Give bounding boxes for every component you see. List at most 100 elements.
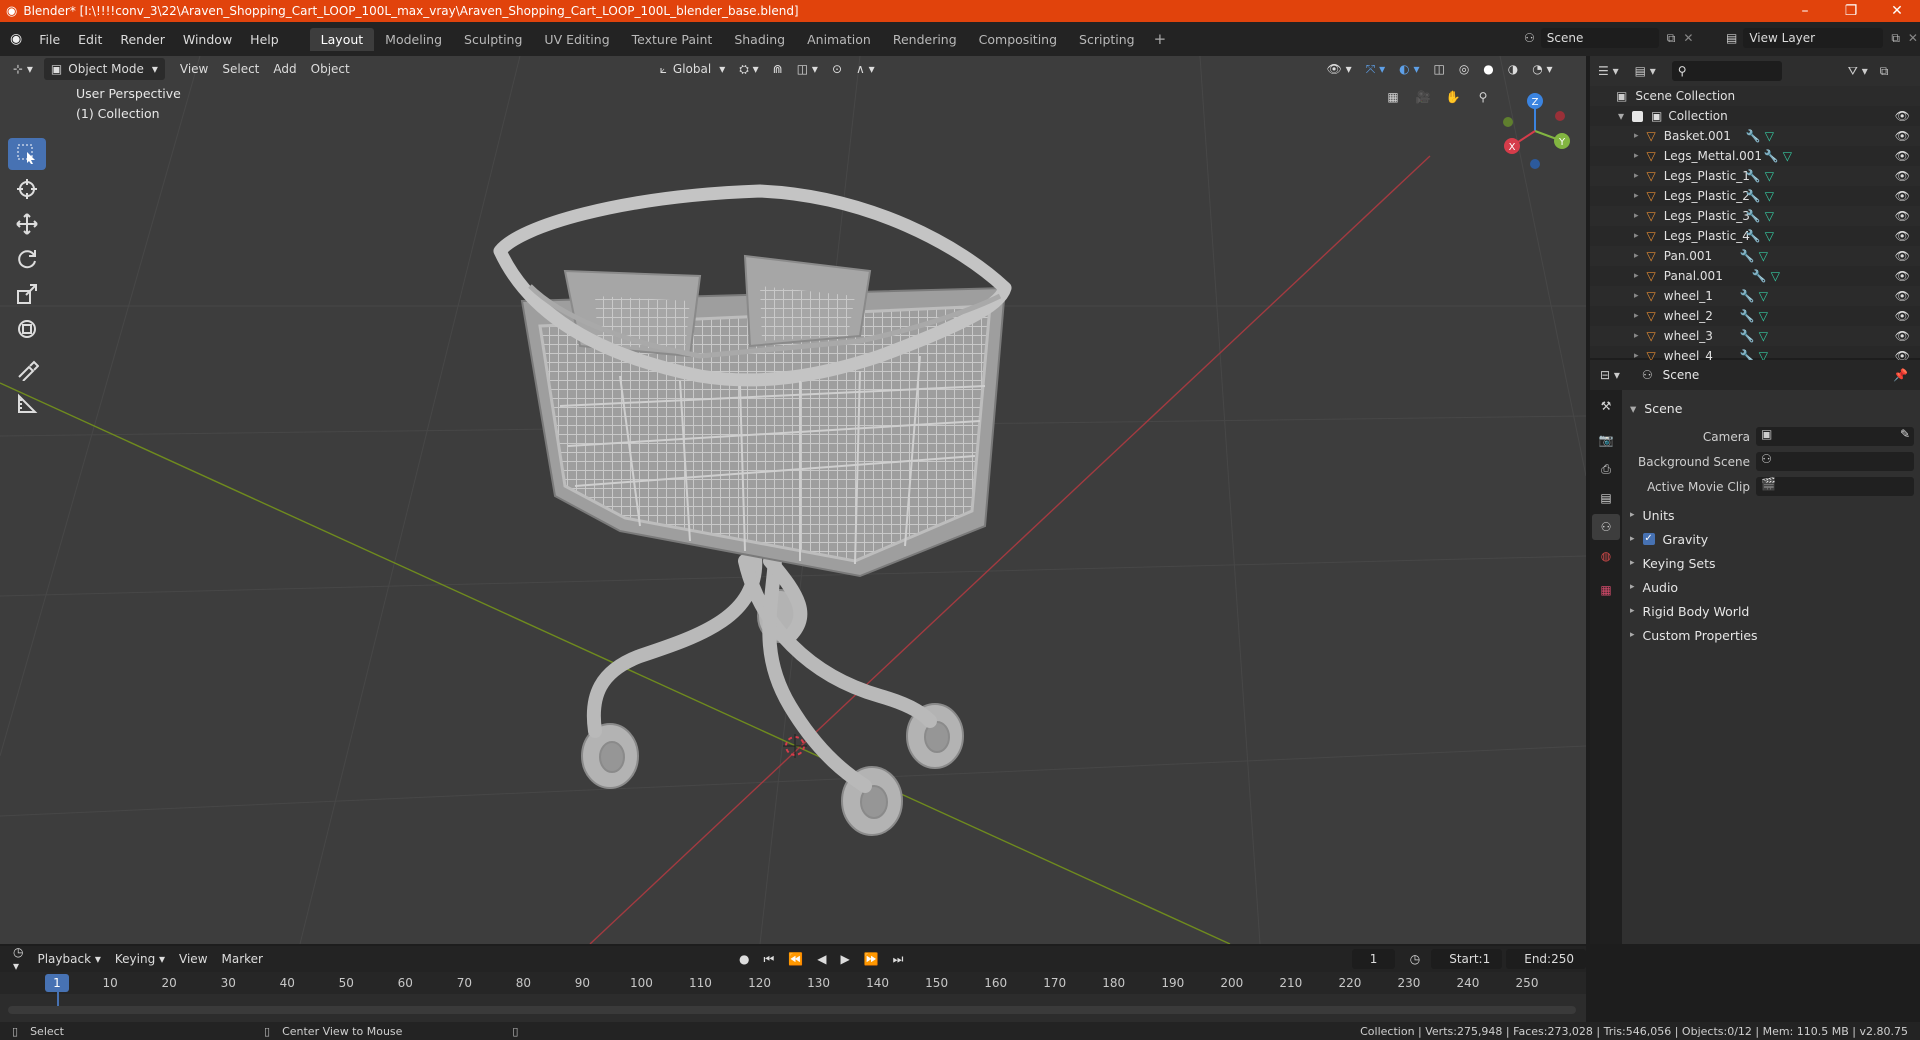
outliner-object-row[interactable]: ▸ ▽ Legs_Plastic_4 🔧 ▽ 👁 [1590,226,1920,246]
mesh-data-icon[interactable]: ▽ [1759,309,1768,323]
expand-arrow-icon[interactable]: ▸ [1634,211,1639,221]
collection-row[interactable]: ▾ ▣ Collection 👁 [1590,106,1920,126]
blender-menu-icon[interactable]: ◉ [0,31,30,47]
expand-arrow-icon[interactable]: ▸ [1634,251,1639,261]
menu-view[interactable]: View [173,58,215,80]
eye-icon[interactable]: 👁 [1895,109,1910,123]
eyedropper-icon[interactable]: ✎ [1900,427,1910,441]
expand-arrow-icon[interactable]: ▸ [1634,291,1639,301]
proportional-edit-icon[interactable]: ⊙ [825,58,849,80]
mesh-data-icon[interactable]: ▽ [1765,209,1774,223]
xray-toggle-icon[interactable]: ◫ [1426,58,1451,80]
panel-custom-properties[interactable]: ▸ Custom Properties [1622,623,1920,647]
modifier-wrench-icon[interactable]: 🔧 [1740,329,1755,343]
playhead[interactable]: 1 [45,974,69,992]
mesh-data-icon[interactable]: ▽ [1759,289,1768,303]
menu-object[interactable]: Object [304,58,357,80]
panel-keying-sets[interactable]: ▸ Keying Sets [1622,551,1920,575]
snap-target-icon[interactable]: ◫ ▾ [790,58,825,80]
modifier-wrench-icon[interactable]: 🔧 [1752,269,1767,283]
mesh-data-icon[interactable]: ▽ [1765,129,1774,143]
solid-shading-icon[interactable]: ● [1476,58,1500,80]
mesh-data-icon[interactable]: ▽ [1759,249,1768,263]
menu-keying[interactable]: Keying ▾ [108,948,172,970]
eye-icon[interactable]: 👁 [1895,309,1910,323]
modifier-wrench-icon[interactable]: 🔧 [1746,209,1761,223]
expand-arrow-icon[interactable]: ▸ [1634,311,1639,321]
menu-playback[interactable]: Playback ▾ [30,948,107,970]
menu-add[interactable]: Add [266,58,303,80]
pivot-point-icon[interactable]: ⛭ ▾ [732,58,765,80]
outliner-object-row[interactable]: ▸ ▽ wheel_3 🔧 ▽ 👁 [1590,326,1920,346]
jump-end-button[interactable]: ⏭ [886,948,911,970]
render-properties-tab[interactable]: 📷 [1592,427,1620,453]
tab-rendering[interactable]: Rendering [882,28,968,51]
tool-properties-tab[interactable]: ⚒ [1592,393,1620,419]
zoom-view-icon[interactable]: ⚲ [1470,84,1496,110]
visibility-icon[interactable]: 👁 ▾ [1320,58,1359,80]
expand-arrow-icon[interactable]: ▸ [1634,271,1639,281]
frame-ruler[interactable]: 1 10 20 30 40 50 60 70 80 90 100 110 120 130 140 150 16… [0,972,1586,994]
expand-arrow-icon[interactable]: ▸ [1634,171,1639,181]
jump-keyframe-back-button[interactable]: ⏪ [781,948,810,970]
eye-icon[interactable]: 👁 [1895,289,1910,303]
expand-arrow-icon[interactable]: ▸ [1634,191,1639,201]
modifier-wrench-icon[interactable]: 🔧 [1746,229,1761,243]
eye-icon[interactable]: 👁 [1895,329,1910,343]
play-reverse-button[interactable]: ◀ [810,948,833,970]
snap-icon[interactable]: ⋒ [766,58,790,80]
minimize-button[interactable]: – [1782,0,1828,22]
tab-layout[interactable]: Layout [309,27,375,51]
pan-view-icon[interactable]: ✋ [1440,84,1466,110]
gizmo-toggle-icon[interactable]: ⤧ ▾ [1359,58,1392,80]
shopping-cart-model[interactable] [493,184,1012,836]
scene-section-header[interactable]: ▾ Scene [1622,396,1920,420]
restore-button[interactable]: ❐ [1828,0,1874,22]
view-layer-selector[interactable]: View Layer [1743,28,1884,48]
cursor-tool[interactable] [8,173,46,205]
eye-icon[interactable]: 👁 [1895,189,1910,203]
modifier-wrench-icon[interactable]: 🔧 [1740,289,1755,303]
mode-selector[interactable]: ▣ Object Mode ▾ [43,58,165,80]
scene-selector[interactable]: Scene [1540,28,1659,48]
outliner-object-row[interactable]: ▸ ▽ Legs_Mettal.001 🔧 ▽ 👁 [1590,146,1920,166]
outliner-object-row[interactable]: ▸ ▽ wheel_1 🔧 ▽ 👁 [1590,286,1920,306]
expand-arrow-icon[interactable]: ▸ [1634,331,1639,341]
scale-tool[interactable] [8,278,46,310]
outliner-object-row[interactable]: ▸ ▽ Legs_Plastic_1 🔧 ▽ 👁 [1590,166,1920,186]
menu-help[interactable]: Help [241,32,288,47]
delete-scene-icon[interactable]: ✕ [1683,31,1693,45]
mesh-data-icon[interactable]: ▽ [1765,169,1774,183]
move-tool[interactable] [8,208,46,240]
tab-uv-editing[interactable]: UV Editing [533,28,620,51]
menu-select[interactable]: Select [215,58,266,80]
navigation-gizmo[interactable]: Z Y X [1490,86,1580,176]
panel-audio[interactable]: ▸ Audio [1622,575,1920,599]
falloff-icon[interactable]: ∧ ▾ [849,58,882,80]
tab-animation[interactable]: Animation [796,28,882,51]
modifier-wrench-icon[interactable]: 🔧 [1740,249,1755,263]
panel-units[interactable]: ▸ Units [1622,503,1920,527]
panel-rigid-body-world[interactable]: ▸ Rigid Body World [1622,599,1920,623]
mesh-data-icon[interactable]: ▽ [1783,149,1792,163]
menu-marker[interactable]: Marker [215,948,270,970]
timeline-scrollbar[interactable] [8,1006,1576,1014]
measure-tool[interactable] [8,388,46,420]
play-button[interactable]: ▶ [833,948,856,970]
material-shading-icon[interactable]: ◑ [1501,58,1525,80]
outliner-object-row[interactable]: ▸ ▽ Panal.001 🔧 ▽ 👁 [1590,266,1920,286]
record-button[interactable]: ● [732,948,756,970]
mesh-data-icon[interactable]: ▽ [1765,229,1774,243]
expand-arrow-icon[interactable]: ▸ [1634,131,1639,141]
collapse-arrow-icon[interactable]: ▾ [1618,109,1624,123]
menu-edit[interactable]: Edit [69,32,111,47]
texture-properties-tab[interactable]: ▦ [1592,577,1620,603]
eye-icon[interactable]: 👁 [1895,269,1910,283]
close-button[interactable]: ✕ [1874,0,1920,22]
menu-timeline-view[interactable]: View [172,948,214,970]
menu-window[interactable]: Window [174,32,241,47]
collection-checkbox[interactable] [1632,110,1644,122]
wireframe-shading-icon[interactable]: ◎ [1452,58,1476,80]
modifier-wrench-icon[interactable]: 🔧 [1746,129,1761,143]
camera-field[interactable]: ▣ ✎ [1756,427,1914,446]
